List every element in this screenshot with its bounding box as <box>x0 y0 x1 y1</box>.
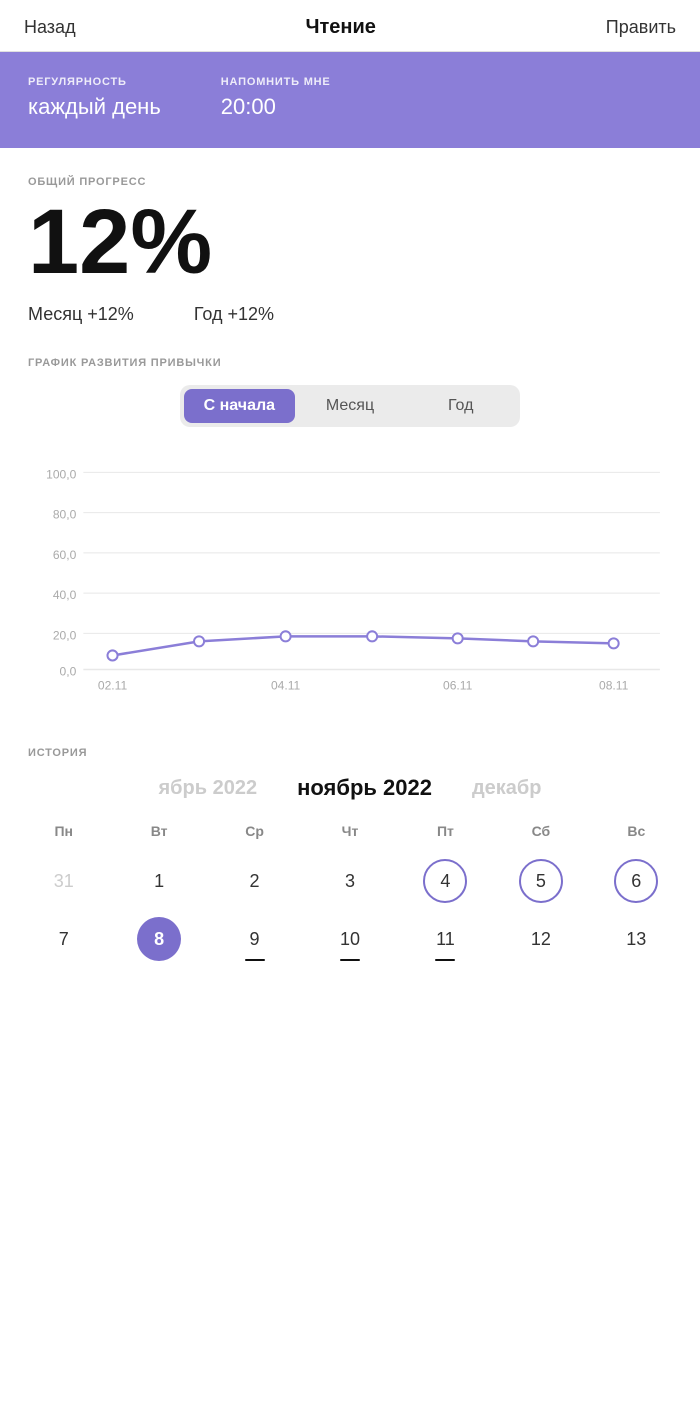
regularity-section: РЕГУЛЯРНОСТЬ каждый день <box>28 76 161 120</box>
svg-text:40,0: 40,0 <box>53 588 77 602</box>
cal-cell-wrapper: 11 <box>398 913 493 965</box>
calendar: Пн Вт Ср Чт Пт Сб Вс 31 1 2 3 4 <box>0 817 700 965</box>
cal-cell-wrapper: 5 <box>493 855 588 907</box>
tab-from-start[interactable]: С начала <box>184 389 295 423</box>
table-row: 12 <box>531 913 551 965</box>
progress-percent: 12% <box>28 196 672 288</box>
cal-cell-wrapper: 12 <box>493 913 588 965</box>
current-month-label: ноябрь 2022 <box>277 775 452 801</box>
table-row: 4 <box>423 859 467 903</box>
tab-year[interactable]: Год <box>405 389 516 423</box>
table-row: 31 <box>54 855 74 907</box>
table-row: 11 <box>436 913 455 965</box>
weekday-sun: Вс <box>589 817 684 845</box>
cal-cell-wrapper: 1 <box>111 855 206 907</box>
cal-cell-wrapper: 10 <box>302 913 397 965</box>
svg-text:20,0: 20,0 <box>53 628 77 642</box>
back-button[interactable]: Назад <box>24 17 76 38</box>
history-section-label: ИСТОРИЯ <box>0 747 700 759</box>
habit-banner: РЕГУЛЯРНОСТЬ каждый день НАПОМНИТЬ МНЕ 2… <box>0 52 700 148</box>
weekday-mon: Пн <box>16 817 111 845</box>
cal-cell-wrapper: 2 <box>207 855 302 907</box>
weekday-thu: Чт <box>302 817 397 845</box>
edit-button[interactable]: Править <box>606 17 676 38</box>
next-month-label: декабр <box>452 777 562 800</box>
chart-container: 100,0 80,0 60,0 40,0 20,0 0,0 <box>28 451 672 711</box>
cal-cell-wrapper: 9 <box>207 913 302 965</box>
weekday-tue: Вт <box>111 817 206 845</box>
svg-text:06.11: 06.11 <box>443 679 473 693</box>
remind-label: НАПОМНИТЬ МНЕ <box>221 76 331 88</box>
table-row: 10 <box>340 913 360 965</box>
weekday-wed: Ср <box>207 817 302 845</box>
progress-section: ОБЩИЙ ПРОГРЕСС 12% Месяц +12% Год +12% <box>0 148 700 325</box>
svg-text:60,0: 60,0 <box>53 548 77 562</box>
weekday-sat: Сб <box>493 817 588 845</box>
svg-text:100,0: 100,0 <box>46 467 76 481</box>
tab-month[interactable]: Месяц <box>295 389 406 423</box>
svg-text:80,0: 80,0 <box>53 508 77 522</box>
remind-value: 20:00 <box>221 94 276 119</box>
table-row: 7 <box>59 913 69 965</box>
year-stat: Год +12% <box>194 304 274 325</box>
chart-section-label: ГРАФИК РАЗВИТИЯ ПРИВЫЧКИ <box>28 357 672 369</box>
weekday-fri: Пт <box>398 817 493 845</box>
table-row: 2 <box>250 855 260 907</box>
chart-tabs: С начала Месяц Год <box>180 385 520 427</box>
table-row: 9 <box>250 913 260 965</box>
chart-svg: 100,0 80,0 60,0 40,0 20,0 0,0 <box>28 451 672 711</box>
progress-stats: Месяц +12% Год +12% <box>28 304 672 325</box>
history-section: ИСТОРИЯ ябрь 2022 ноябрь 2022 декабр Пн … <box>0 719 700 965</box>
calendar-header: Пн Вт Ср Чт Пт Сб Вс <box>16 817 684 845</box>
cal-cell-wrapper: 6 <box>589 855 684 907</box>
page-title: Чтение <box>305 16 375 39</box>
remind-section: НАПОМНИТЬ МНЕ 20:00 <box>221 76 331 120</box>
table-row: 6 <box>614 859 658 903</box>
prev-month-label: ябрь 2022 <box>138 777 277 800</box>
cal-cell-wrapper: 4 <box>398 855 493 907</box>
table-row: 1 <box>154 855 164 907</box>
cal-cell-wrapper: 31 <box>16 855 111 907</box>
table-row: 8 <box>137 917 181 961</box>
table-row: 5 <box>519 859 563 903</box>
regularity-value: каждый день <box>28 94 161 119</box>
regularity-label: РЕГУЛЯРНОСТЬ <box>28 76 161 88</box>
svg-text:02.11: 02.11 <box>98 679 128 693</box>
month-navigation: ябрь 2022 ноябрь 2022 декабр <box>0 775 700 801</box>
navigation-bar: Назад Чтение Править <box>0 0 700 52</box>
chart-section: ГРАФИК РАЗВИТИЯ ПРИВЫЧКИ С начала Месяц … <box>0 357 700 711</box>
month-stat: Месяц +12% <box>28 304 134 325</box>
svg-text:08.11: 08.11 <box>599 679 629 693</box>
cal-cell-wrapper: 3 <box>302 855 397 907</box>
calendar-grid: 31 1 2 3 4 5 6 7 <box>16 855 684 965</box>
progress-section-label: ОБЩИЙ ПРОГРЕСС <box>28 176 672 188</box>
svg-text:0,0: 0,0 <box>60 665 77 679</box>
table-row: 13 <box>626 913 646 965</box>
cal-cell-wrapper: 7 <box>16 913 111 965</box>
table-row: 3 <box>345 855 355 907</box>
cal-cell-wrapper: 8 <box>111 913 206 965</box>
svg-text:04.11: 04.11 <box>271 679 301 693</box>
cal-cell-wrapper: 13 <box>589 913 684 965</box>
